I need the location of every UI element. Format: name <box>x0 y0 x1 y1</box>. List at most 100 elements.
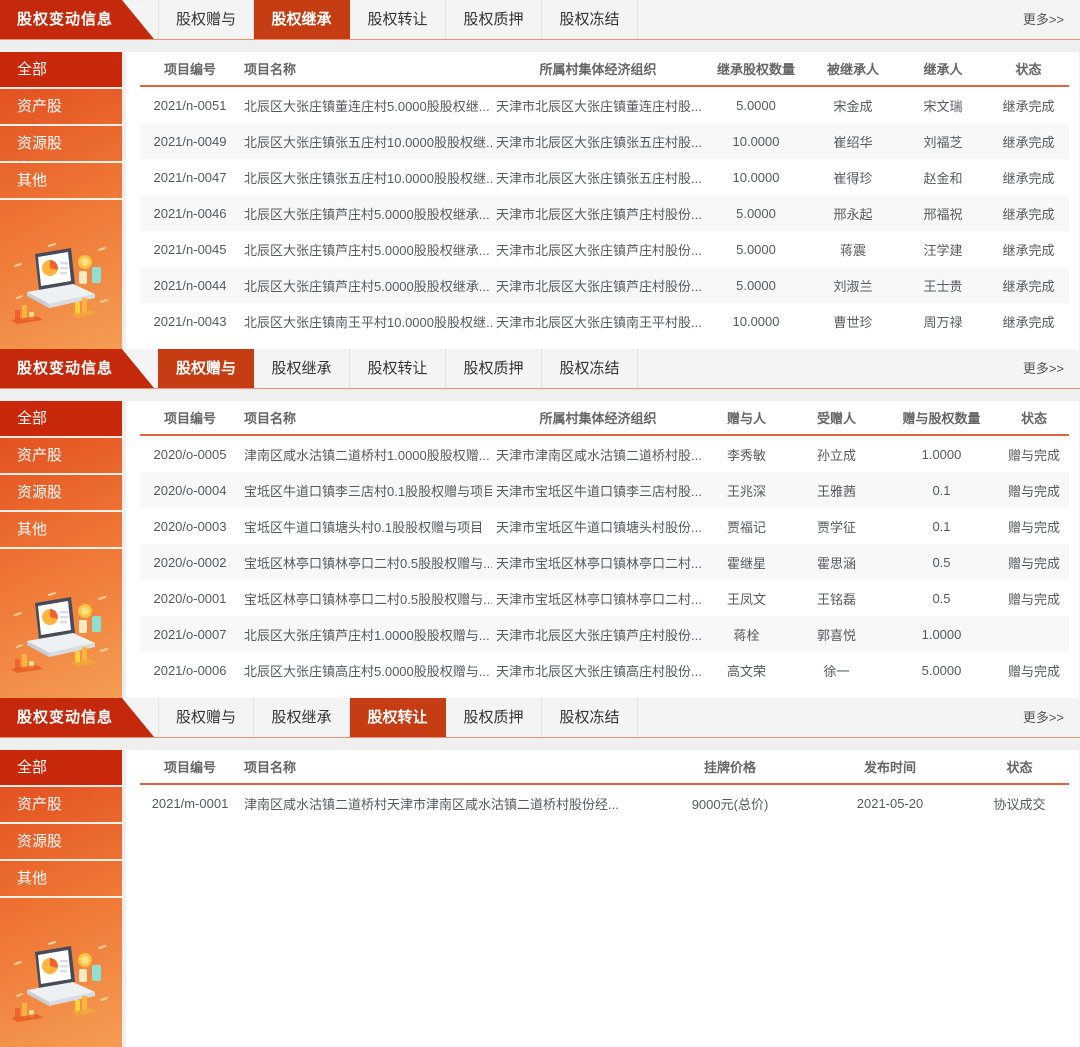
more-link[interactable]: 更多>> <box>1023 349 1080 388</box>
column-header: 发布时间 <box>810 757 970 776</box>
tab-freeze[interactable]: 股权冻结 <box>542 698 638 737</box>
table-cell: 赠与完成 <box>999 517 1069 536</box>
table-cell: 北辰区大张庄镇董连庄村5.0000股股权继... <box>240 96 492 115</box>
sidebar-item-asset-shares[interactable]: 资产股 <box>0 438 122 475</box>
table-body: 2020/o-0005津南区咸水沽镇二道桥村1.0000股股权赠...天津市津南… <box>140 436 1069 688</box>
sidebar-item-asset-shares[interactable]: 资产股 <box>0 787 122 824</box>
table-header-row: 项目编号项目名称所属村集体经济组织继承股权数量被继承人继承人状态 <box>140 52 1069 87</box>
tab-freeze[interactable]: 股权冻结 <box>542 0 638 39</box>
table-row[interactable]: 2020/o-0001宝坻区林亭口镇林亭口二村0.5股股权赠与...天津市宝坻区… <box>140 580 1069 616</box>
tab-pledge[interactable]: 股权质押 <box>446 698 542 737</box>
table-row[interactable]: 2021/n-0043北辰区大张庄镇南王平村10.0000股股权继...天津市北… <box>140 303 1069 339</box>
table-cell: 2020/o-0002 <box>140 555 240 570</box>
table-cell: 天津市北辰区大张庄镇芦庄村股份... <box>492 276 704 295</box>
table-row[interactable]: 2020/o-0005津南区咸水沽镇二道桥村1.0000股股权赠...天津市津南… <box>140 436 1069 472</box>
tab-gift[interactable]: 股权赠与 <box>158 0 254 39</box>
table-cell: 继承完成 <box>988 96 1069 115</box>
table-cell: 贾学征 <box>789 517 884 536</box>
table-cell: 王铭磊 <box>789 589 884 608</box>
tab-transfer[interactable]: 股权转让 <box>350 698 446 737</box>
table-cell: 霍继星 <box>704 553 789 572</box>
table-cell: 2020/o-0005 <box>140 447 240 462</box>
tab-inherit[interactable]: 股权继承 <box>254 0 350 39</box>
table-cell: 2020/o-0003 <box>140 519 240 534</box>
table-row[interactable]: 2020/o-0003宝坻区牛道口镇塘头村0.1股股权赠与项目天津市宝坻区牛道口… <box>140 508 1069 544</box>
table-cell: 2021/n-0047 <box>140 170 240 185</box>
equity-change-section-transfer: 股权变动信息股权赠与股权继承股权转让股权质押股权冻结 更多>> 全部资产股资源股其他… <box>0 698 1080 1047</box>
table-cell: 孙立成 <box>789 445 884 464</box>
table-row[interactable]: 2021/n-0044北辰区大张庄镇芦庄村5.0000股股权继承...天津市北辰… <box>140 267 1069 303</box>
sidebar-item-all[interactable]: 全部 <box>0 401 122 438</box>
table-cell: 5.0000 <box>704 278 808 293</box>
tab-transfer[interactable]: 股权转让 <box>350 349 446 388</box>
table-row[interactable]: 2021/n-0045北辰区大张庄镇芦庄村5.0000股股权继承...天津市北辰… <box>140 231 1069 267</box>
tab-gift[interactable]: 股权赠与 <box>158 698 254 737</box>
table-cell: 0.5 <box>884 591 999 606</box>
column-header: 项目编号 <box>140 59 240 78</box>
table-cell: 天津市宝坻区牛道口镇李三店村股... <box>492 481 704 500</box>
table-cell: 宝坻区林亭口镇林亭口二村0.5股股权赠与... <box>240 589 492 608</box>
table-cell: 北辰区大张庄镇芦庄村1.0000股股权赠与... <box>240 625 492 644</box>
tab-inherit[interactable]: 股权继承 <box>254 698 350 737</box>
table-cell: 天津市北辰区大张庄镇张五庄村股... <box>492 132 704 151</box>
table-cell: 王兆深 <box>704 481 789 500</box>
column-header: 被继承人 <box>808 59 898 78</box>
equity-change-section-inheritance: 股权变动信息股权赠与股权继承股权转让股权质押股权冻结更多>>全部资产股资源股其他… <box>0 0 1080 349</box>
table-row[interactable]: 2020/o-0002宝坻区林亭口镇林亭口二村0.5股股权赠与...天津市宝坻区… <box>140 544 1069 580</box>
table-cell: 2021/n-0043 <box>140 314 240 329</box>
column-header: 项目编号 <box>140 408 240 427</box>
table-cell: 天津市津南区咸水沽镇二道桥村股... <box>492 445 704 464</box>
tab-inherit[interactable]: 股权继承 <box>254 349 350 388</box>
table-cell: 天津市北辰区大张庄镇南王平村股... <box>492 312 704 331</box>
category-sidebar: 全部资产股资源股其他 <box>0 401 122 698</box>
table-row[interactable]: 2021/n-0046北辰区大张庄镇芦庄村5.0000股股权继承...天津市北辰… <box>140 195 1069 231</box>
tab-pledge[interactable]: 股权质押 <box>446 0 542 39</box>
table-row[interactable]: 2021/o-0006北辰区大张庄镇高庄村5.0000股股权赠与...天津市北辰… <box>140 652 1069 688</box>
table-cell: 天津市北辰区大张庄镇董连庄村股... <box>492 96 704 115</box>
table-row[interactable]: 2020/o-0004宝坻区牛道口镇李三店村0.1股股权赠与项目天津市宝坻区牛道… <box>140 472 1069 508</box>
sidebar-item-other[interactable]: 其他 <box>0 512 122 549</box>
column-header: 项目名称 <box>240 59 492 78</box>
equity-change-section-gift: 股权变动信息股权赠与股权继承股权转让股权质押股权冻结更多>>全部资产股资源股其他… <box>0 349 1080 698</box>
column-header: 继承人 <box>898 59 988 78</box>
column-header: 继承股权数量 <box>704 59 808 78</box>
more-link[interactable]: 更多>> <box>1023 0 1080 39</box>
sidebar-item-resource-shares[interactable]: 资源股 <box>0 126 122 163</box>
table-cell: 天津市北辰区大张庄镇高庄村股份... <box>492 661 704 680</box>
table-row[interactable]: 2021/n-0049北辰区大张庄镇张五庄村10.0000股股权继...天津市北… <box>140 123 1069 159</box>
table-row[interactable]: 2021/n-0047北辰区大张庄镇张五庄村10.0000股股权继...天津市北… <box>140 159 1069 195</box>
more-link[interactable]: 更多>> <box>1023 698 1080 737</box>
tab-bar: 股权赠与股权继承股权转让股权质押股权冻结 <box>158 0 638 39</box>
tab-pledge[interactable]: 股权质押 <box>446 349 542 388</box>
table-cell: 10.0000 <box>704 134 808 149</box>
section-title-ribbon: 股权变动信息 <box>0 698 154 737</box>
table-cell: 0.5 <box>884 555 999 570</box>
table-cell: 北辰区大张庄镇南王平村10.0000股股权继... <box>240 312 492 331</box>
sidebar-item-resource-shares[interactable]: 资源股 <box>0 824 122 861</box>
table-cell: 2021/n-0046 <box>140 206 240 221</box>
table-cell: 赠与完成 <box>999 661 1069 680</box>
equity-change-page: 股权变动信息股权赠与股权继承股权转让股权质押股权冻结更多>>全部资产股资源股其他… <box>0 0 1080 1047</box>
tab-transfer[interactable]: 股权转让 <box>350 0 446 39</box>
table-cell: 北辰区大张庄镇高庄村5.0000股股权赠与... <box>240 661 492 680</box>
table-body: 2021/n-0051北辰区大张庄镇董连庄村5.0000股股权继...天津市北辰… <box>140 87 1069 339</box>
table-cell: 赠与完成 <box>999 445 1069 464</box>
table-cell: 北辰区大张庄镇芦庄村5.0000股股权继承... <box>240 240 492 259</box>
tab-gift[interactable]: 股权赠与 <box>158 349 254 388</box>
sidebar-item-other[interactable]: 其他 <box>0 163 122 200</box>
tab-bar: 股权赠与股权继承股权转让股权质押股权冻结 <box>158 349 638 388</box>
table-cell: 5.0000 <box>704 98 808 113</box>
table-cell: 0.1 <box>884 519 999 534</box>
section-header-bar: 股权变动信息股权赠与股权继承股权转让股权质押股权冻结更多>> <box>0 0 1080 40</box>
sidebar-item-asset-shares[interactable]: 资产股 <box>0 89 122 126</box>
tab-freeze[interactable]: 股权冻结 <box>542 349 638 388</box>
table-cell: 天津市北辰区大张庄镇芦庄村股份... <box>492 204 704 223</box>
sidebar-item-all[interactable]: 全部 <box>0 750 122 787</box>
sidebar-item-all[interactable]: 全部 <box>0 52 122 89</box>
table-row[interactable]: 2021/n-0051北辰区大张庄镇董连庄村5.0000股股权继...天津市北辰… <box>140 87 1069 123</box>
table-row[interactable]: 2021/o-0007北辰区大张庄镇芦庄村1.0000股股权赠与...天津市北辰… <box>140 616 1069 652</box>
sidebar-item-other[interactable]: 其他 <box>0 861 122 898</box>
table-row[interactable]: 2021/m-0001津南区咸水沽镇二道桥村天津市津南区咸水沽镇二道桥村股份经.… <box>140 785 1069 821</box>
sidebar-item-resource-shares[interactable]: 资源股 <box>0 475 122 512</box>
column-header: 所属村集体经济组织 <box>492 408 704 427</box>
